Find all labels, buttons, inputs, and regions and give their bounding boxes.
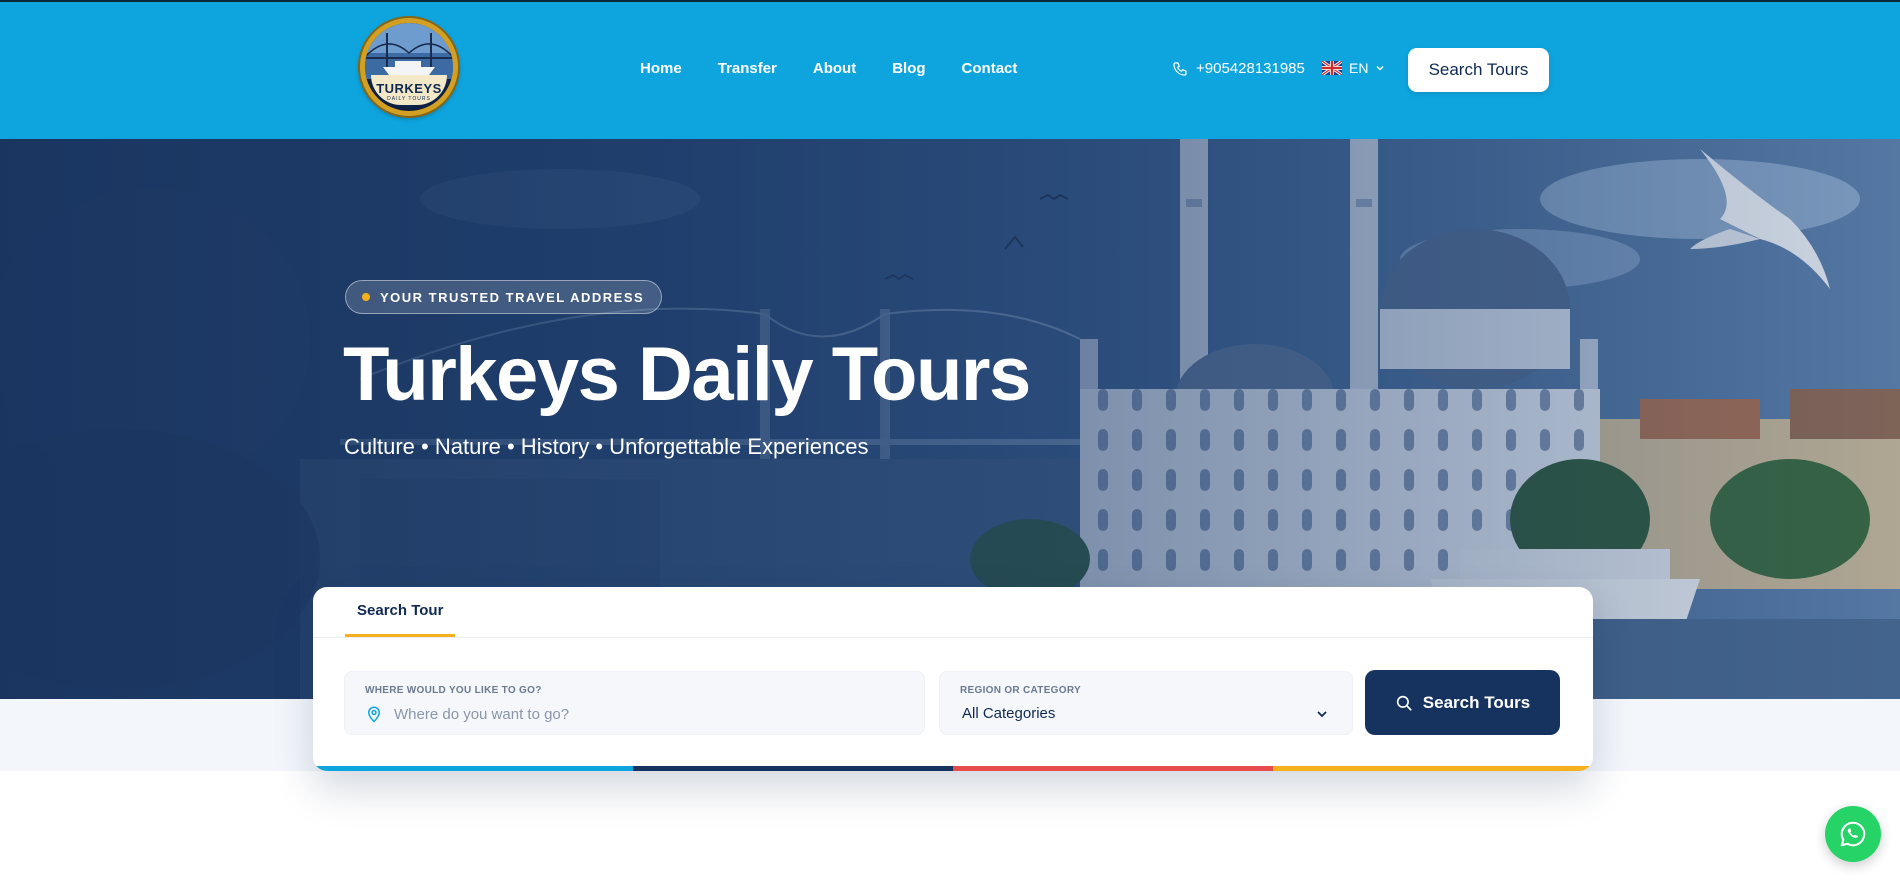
stripe-yellow [1273,766,1593,771]
stripe-blue [313,766,633,771]
main-nav: Home Transfer About Blog Contact [640,60,1017,77]
phone-number: +905428131985 [1196,60,1305,77]
location-pin-icon [367,706,381,723]
nav-home[interactable]: Home [640,60,682,77]
language-code: EN [1349,60,1369,76]
search-card: Search Tour WHERE WOULD YOU LIKE TO GO? … [313,587,1593,771]
chevron-down-icon [1317,711,1327,718]
search-tours-button[interactable]: Search Tours [1365,670,1560,735]
hero-subtitle: Culture • Nature • History • Unforgettab… [344,434,869,459]
nav-about[interactable]: About [813,60,856,77]
nav-blog[interactable]: Blog [892,60,925,77]
badge-text: YOUR TRUSTED TRAVEL ADDRESS [380,289,645,305]
header-search-tours-button[interactable]: Search Tours [1408,48,1549,92]
badge-dot-icon [362,293,370,301]
tab-divider [313,637,1593,638]
logo-text: TURKEYS [376,81,442,96]
whatsapp-button[interactable] [1825,806,1881,862]
language-selector[interactable]: EN [1322,60,1385,76]
hero-title: Turkeys Daily Tours [343,332,1031,417]
tab-search-tour[interactable]: Search Tour [345,587,456,637]
search-tours-label: Search Tours [1422,692,1531,712]
logo-subtext: DAILY TOURS [387,96,431,102]
whatsapp-icon [1840,821,1866,847]
phone-link[interactable]: +905428131985 [1172,60,1305,77]
nav-contact[interactable]: Contact [962,60,1018,77]
stripe-navy [633,766,953,771]
nav-transfer[interactable]: Transfer [718,60,777,77]
color-stripes [313,766,1593,771]
category-label: REGION OR CATEGORY [960,685,1081,696]
phone-icon [1173,61,1187,76]
category-select[interactable]: REGION OR CATEGORY All Categories [939,671,1353,735]
site-header: TURKEYS DAILY TOURS Home Transfer About … [0,2,1900,139]
trusted-badge: YOUR TRUSTED TRAVEL ADDRESS [345,280,663,314]
destination-label: WHERE WOULD YOU LIKE TO GO? [365,685,542,696]
uk-flag-icon [1322,61,1342,75]
category-value: All Categories [962,705,1056,722]
destination-field[interactable]: WHERE WOULD YOU LIKE TO GO? [344,671,925,735]
chevron-down-icon [1376,66,1384,71]
destination-input[interactable] [394,702,904,726]
search-icon [1396,695,1412,711]
site-logo[interactable]: TURKEYS DAILY TOURS [360,18,458,116]
stripe-red [953,766,1273,771]
